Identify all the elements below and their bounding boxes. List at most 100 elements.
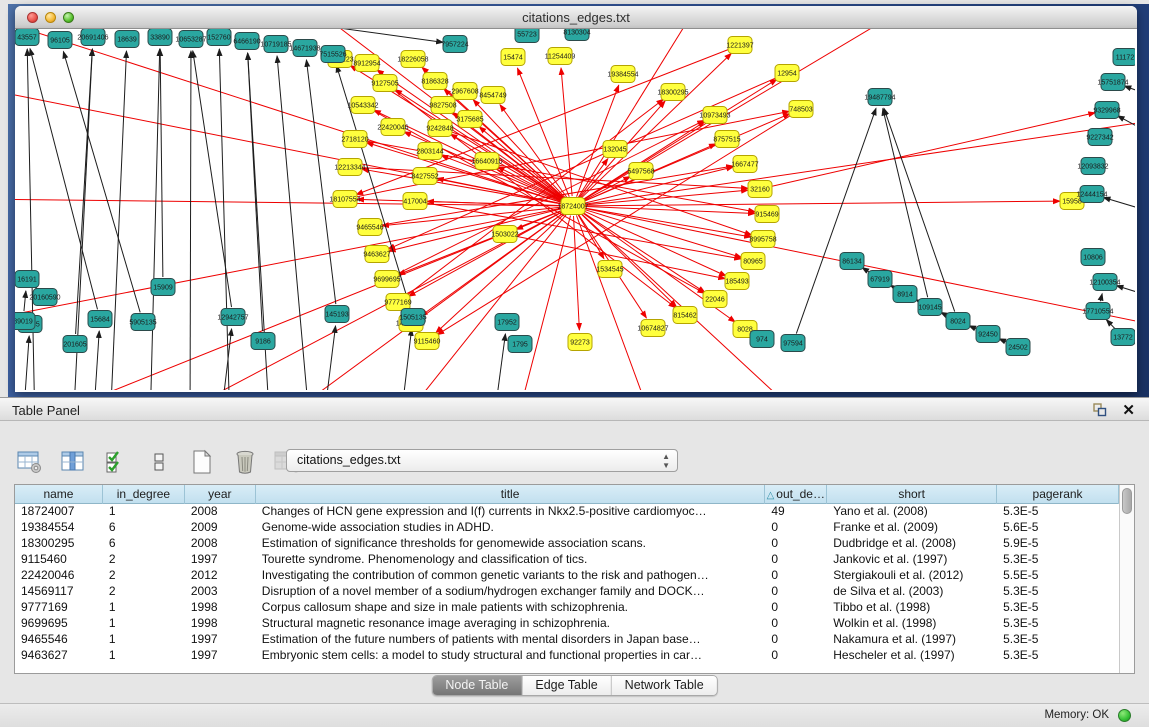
graph-node[interactable]: 10653287 bbox=[175, 31, 206, 48]
graph-node[interactable]: 974 bbox=[750, 331, 774, 348]
graph-node[interactable]: 12213344 bbox=[334, 159, 365, 176]
citation-edge[interactable] bbox=[55, 210, 564, 390]
table-cell[interactable]: 0 bbox=[765, 568, 827, 584]
graph-node[interactable]: 5497568 bbox=[627, 163, 654, 180]
graph-node[interactable]: 109145 bbox=[918, 299, 942, 316]
column-header-year[interactable]: year bbox=[185, 485, 256, 504]
float-window-icon[interactable] bbox=[1093, 403, 1107, 417]
edge[interactable] bbox=[1124, 86, 1135, 104]
column-header-pagerank[interactable]: pagerank bbox=[997, 485, 1119, 504]
table-cell[interactable]: Dudbridge et al. (2008) bbox=[827, 536, 997, 552]
graph-node[interactable]: 18724007 bbox=[557, 198, 588, 215]
table-cell[interactable]: 5.3E-5 bbox=[997, 648, 1119, 664]
graph-node[interactable]: 15474 bbox=[501, 49, 525, 66]
table-cell[interactable]: 9115460 bbox=[15, 552, 103, 568]
table-cell[interactable]: 2008 bbox=[185, 536, 256, 552]
table-cell[interactable]: 5.5E-5 bbox=[997, 568, 1119, 584]
scrollbar-thumb[interactable] bbox=[1122, 488, 1132, 514]
table-cell[interactable]: 5.6E-5 bbox=[997, 520, 1119, 536]
graph-node[interactable]: 19487794 bbox=[864, 89, 895, 106]
edge[interactable] bbox=[110, 51, 126, 390]
table-cell[interactable]: 1 bbox=[103, 632, 185, 648]
graph-node[interactable]: 9242848 bbox=[426, 120, 453, 137]
graph-node[interactable]: 17952 bbox=[495, 314, 519, 331]
table-cell[interactable]: 1998 bbox=[185, 600, 256, 616]
citation-edge[interactable] bbox=[770, 113, 1096, 187]
edge[interactable] bbox=[1103, 197, 1135, 219]
graph-node[interactable]: 10806 bbox=[1081, 249, 1105, 266]
edge[interactable] bbox=[23, 336, 29, 390]
table-cell[interactable]: 0 bbox=[765, 648, 827, 664]
graph-node[interactable]: 11172 bbox=[1113, 49, 1135, 66]
edge[interactable] bbox=[160, 49, 163, 277]
edge[interactable] bbox=[63, 52, 140, 313]
table-row[interactable]: 1456911722003Disruption of a novel membe… bbox=[15, 584, 1119, 600]
graph-node[interactable]: 15751874 bbox=[1097, 74, 1128, 91]
graph-node[interactable]: 9127505 bbox=[371, 75, 398, 92]
graph-node[interactable]: 9186 bbox=[251, 333, 275, 350]
table-cell[interactable]: 0 bbox=[765, 616, 827, 632]
edge[interactable] bbox=[306, 60, 335, 304]
graph-node[interactable]: 10674827 bbox=[637, 320, 668, 337]
table-selector-dropdown[interactable]: citations_edges.txt ▲▼ bbox=[286, 449, 678, 472]
graph-node[interactable]: 2803144 bbox=[416, 143, 443, 160]
graph-node[interactable]: 18107554 bbox=[329, 191, 360, 208]
table-cell[interactable]: 6 bbox=[103, 536, 185, 552]
table-cell[interactable]: Estimation of significance thresholds fo… bbox=[256, 536, 766, 552]
graph-node[interactable]: 185493 bbox=[725, 273, 749, 290]
table-cell[interactable]: Stergiakouli et al. (2012) bbox=[827, 568, 997, 584]
graph-node[interactable]: 152760 bbox=[207, 29, 231, 46]
table-row[interactable]: 2242004622012Investigating the contribut… bbox=[15, 568, 1119, 584]
table-cell[interactable]: 5.3E-5 bbox=[997, 632, 1119, 648]
new-file-icon[interactable] bbox=[188, 448, 216, 476]
graph-node[interactable]: 18639 bbox=[115, 31, 139, 48]
edge[interactable] bbox=[323, 326, 336, 390]
table-cell[interactable]: Corpus callosum shape and size in male p… bbox=[256, 600, 766, 616]
edge[interactable] bbox=[76, 49, 93, 334]
table-cell[interactable]: 19384554 bbox=[15, 520, 103, 536]
edge[interactable] bbox=[1116, 286, 1135, 304]
table-cell[interactable]: Tibbo et al. (1998) bbox=[827, 600, 997, 616]
table-cell[interactable]: Embryonic stem cells: a model to study s… bbox=[256, 648, 766, 664]
table-cell[interactable]: 5.3E-5 bbox=[997, 584, 1119, 600]
tab-network-table[interactable]: Network Table bbox=[612, 676, 717, 695]
edge[interactable] bbox=[796, 108, 876, 333]
table-cell[interactable]: Nakamura et al. (1997) bbox=[827, 632, 997, 648]
table-cell[interactable]: Hescheler et al. (1997) bbox=[827, 648, 997, 664]
table-cell[interactable]: 9699695 bbox=[15, 616, 103, 632]
edge[interactable] bbox=[30, 49, 97, 310]
graph-node[interactable]: 12954 bbox=[775, 65, 799, 82]
graph-node[interactable]: 9329968 bbox=[1093, 102, 1120, 119]
edge[interactable] bbox=[884, 108, 955, 311]
graph-node[interactable]: 12093832 bbox=[1077, 158, 1108, 175]
graph-node[interactable]: 5905135 bbox=[129, 314, 156, 331]
table-cell[interactable]: Tourette syndrome. Phenomenology and cla… bbox=[256, 552, 766, 568]
graph-node[interactable]: 19384554 bbox=[607, 66, 638, 83]
table-cell[interactable]: 2 bbox=[103, 552, 185, 568]
table-settings-icon[interactable] bbox=[16, 448, 44, 476]
tab-edge-table[interactable]: Edge Table bbox=[522, 676, 611, 695]
graph-node[interactable]: 16191 bbox=[15, 271, 39, 288]
table-cell[interactable]: Jankovic et al. (1997) bbox=[827, 552, 997, 568]
graph-node[interactable]: 15909 bbox=[151, 279, 175, 296]
graph-node[interactable]: 92450 bbox=[976, 326, 1000, 343]
graph-node[interactable]: 18300295 bbox=[657, 84, 688, 101]
graph-node[interactable]: 86134 bbox=[840, 253, 864, 270]
column-header-short[interactable]: short bbox=[827, 485, 997, 504]
table-cell[interactable]: 2009 bbox=[185, 520, 256, 536]
edge[interactable] bbox=[220, 329, 232, 390]
table-cell[interactable]: 22420046 bbox=[15, 568, 103, 584]
table-cell[interactable]: 2 bbox=[103, 584, 185, 600]
edge[interactable] bbox=[277, 56, 310, 390]
graph-node[interactable]: 92273 bbox=[568, 334, 592, 351]
graph-node[interactable]: 17710554 bbox=[1082, 303, 1113, 320]
table-cell[interactable]: 1997 bbox=[185, 552, 256, 568]
citation-edge[interactable] bbox=[583, 119, 1135, 205]
table-row[interactable]: 946362711997Embryonic stem cells: a mode… bbox=[15, 648, 1119, 664]
graph-node[interactable]: 8454749 bbox=[479, 87, 506, 104]
edge[interactable] bbox=[1118, 116, 1135, 147]
graph-node[interactable]: 32160 bbox=[748, 181, 772, 198]
graph-node[interactable]: 915469 bbox=[755, 206, 779, 223]
table-row[interactable]: 969969511998Structural magnetic resonanc… bbox=[15, 616, 1119, 632]
graph-node[interactable]: 16640910 bbox=[471, 153, 502, 170]
